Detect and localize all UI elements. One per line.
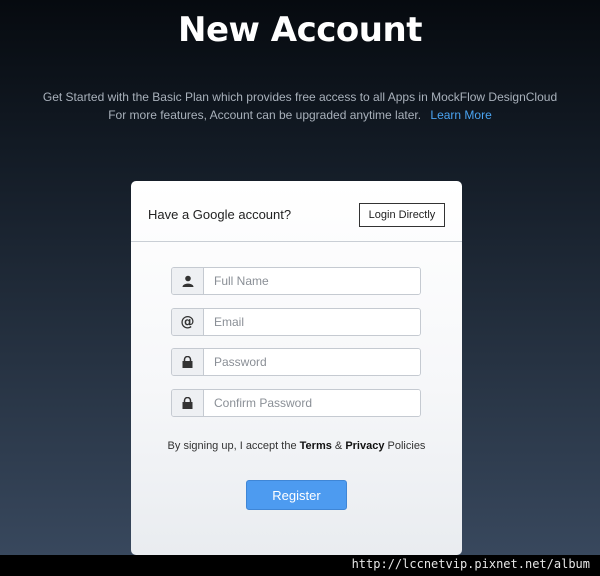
lock-icon [172,390,204,416]
terms-link[interactable]: Terms [300,440,332,452]
agreement-amp: & [334,440,343,452]
confirm-password-input[interactable] [204,390,420,416]
password-input[interactable] [204,349,420,375]
subtitle-line-2-text: For more features, Account can be upgrad… [108,108,422,122]
google-account-prompt: Have a Google account? [148,207,292,222]
watermark-bar: http://lccnetvip.pixnet.net/album [0,555,600,576]
at-icon: @ [172,309,204,335]
subtitle-line-2: For more features, Account can be upgrad… [0,106,600,124]
agreement-suffix: Policies [387,440,426,452]
lock-icon [172,349,204,375]
register-button[interactable]: Register [246,480,347,510]
agreement-prefix: By signing up, I accept the [167,440,297,452]
subtitle-line-1: Get Started with the Basic Plan which pr… [42,90,558,104]
person-icon [172,268,204,294]
email-input[interactable] [204,309,420,335]
confirm-password-field [171,389,421,417]
full-name-input[interactable] [204,268,420,294]
page-title: New Account [178,10,422,50]
full-name-field [171,267,421,295]
terms-agreement: By signing up, I accept the Terms & Priv… [131,440,462,452]
card-header: Have a Google account? Login Directly [131,181,462,242]
privacy-link[interactable]: Privacy [345,440,384,452]
login-directly-button[interactable]: Login Directly [359,203,445,227]
password-field [171,348,421,376]
learn-more-link[interactable]: Learn More [430,108,491,122]
subtitle: Get Started with the Basic Plan which pr… [0,88,600,124]
email-field: @ [171,308,421,336]
signup-card: Have a Google account? Login Directly @ … [131,181,462,555]
watermark-url: http://lccnetvip.pixnet.net/album [351,557,590,571]
